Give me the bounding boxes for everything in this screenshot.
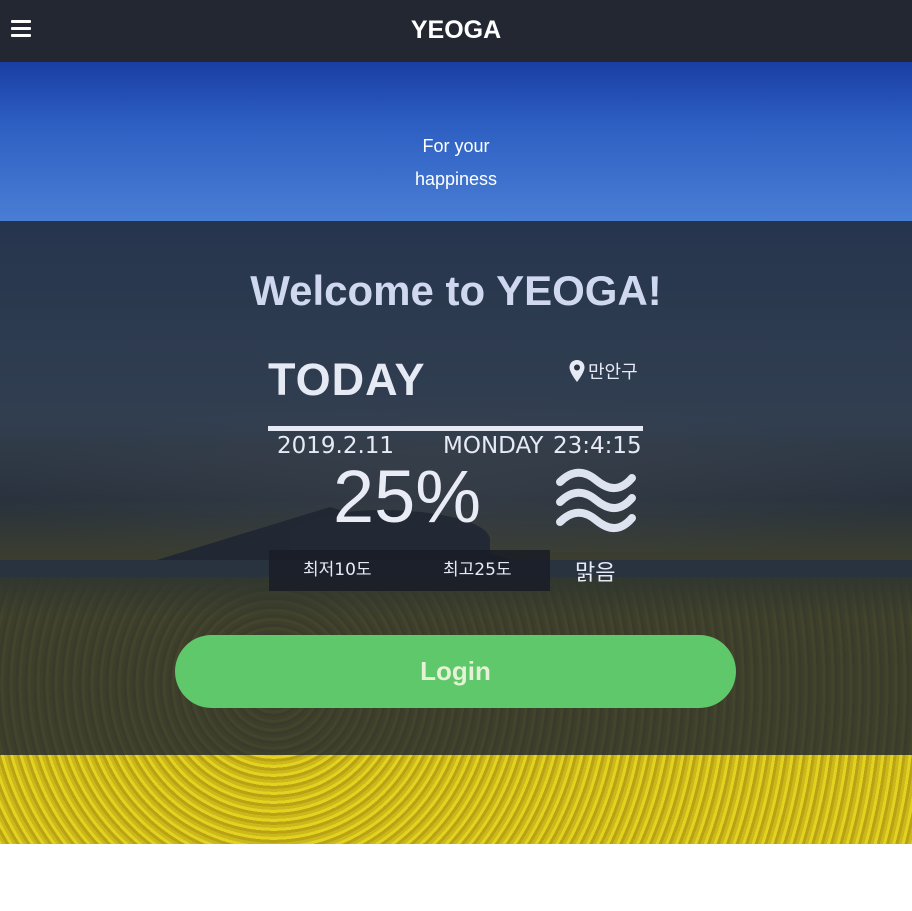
weather-divider [268, 426, 643, 431]
weather-condition: 맑음 [575, 561, 616, 586]
wave-icon [556, 468, 636, 532]
brand-title[interactable]: YEOGA [0, 0, 912, 62]
location-label: 만안구 [588, 362, 638, 383]
weather-location: 만안구 [568, 358, 638, 384]
tagline-line-2: happiness [414, 169, 498, 189]
hero-section: For your happiness Welcome to YEOGA! TOD… [0, 62, 912, 844]
hero-tagline: For your happiness [0, 130, 912, 196]
weather-time: 23:4:15 [553, 433, 642, 459]
weather-humidity: 25% [333, 455, 482, 538]
welcome-heading: Welcome to YEOGA! [250, 267, 662, 314]
top-navbar: YEOGA [0, 0, 912, 62]
tagline-line-1: For your [422, 136, 490, 156]
weather-today-heading: TODAY [268, 354, 426, 405]
login-button[interactable]: Login [175, 635, 736, 708]
min-temperature: 최저10도 [303, 560, 372, 580]
map-pin-icon [569, 360, 585, 382]
max-temperature: 최고25도 [443, 560, 512, 580]
temperature-range-box: 최저10도 최고25도 [269, 550, 550, 591]
